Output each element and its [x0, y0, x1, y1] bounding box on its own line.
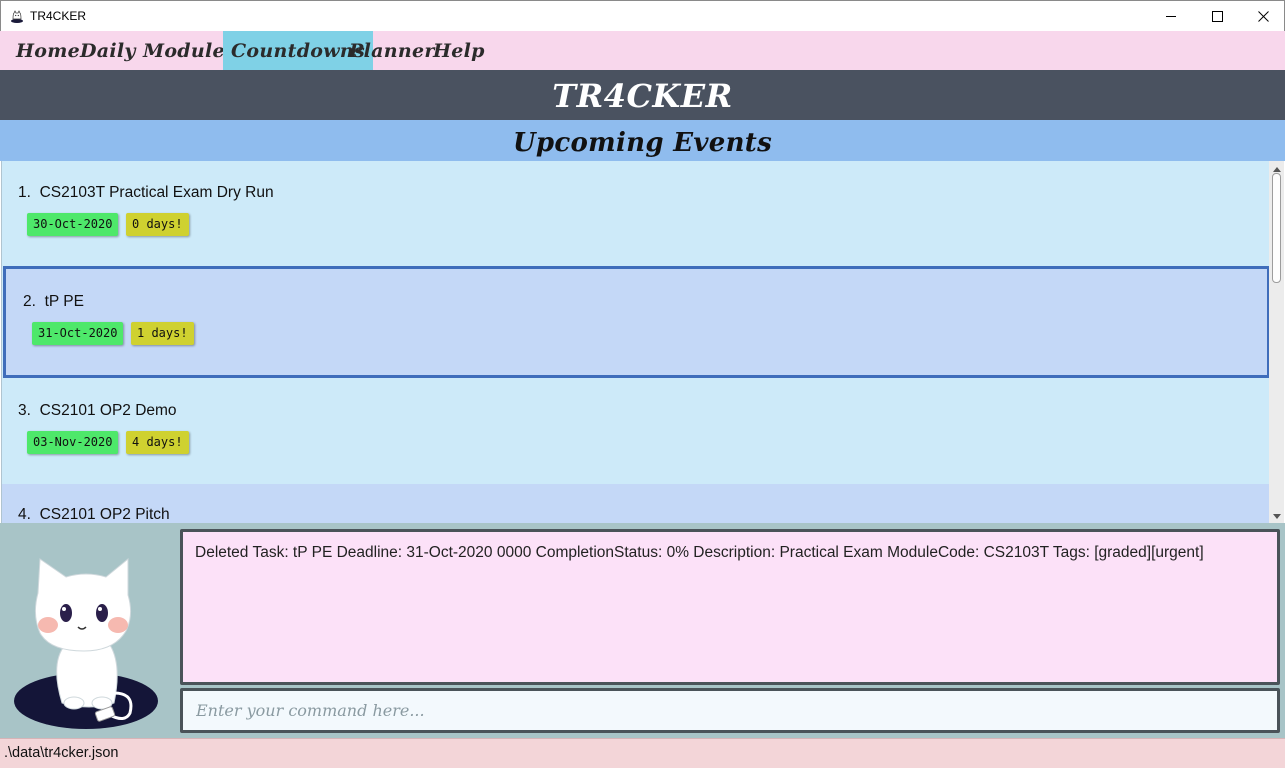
- maximize-icon: [1211, 10, 1223, 22]
- app-header-title: TR4CKER: [0, 70, 1285, 120]
- result-display: Deleted Task: tP PE Deadline: 31-Oct-202…: [180, 529, 1280, 685]
- event-title: 1. CS2103T Practical Exam Dry Run: [18, 184, 274, 201]
- menu-help[interactable]: Help: [425, 31, 493, 70]
- event-title: 2. tP PE: [23, 293, 84, 310]
- countdown-tag: 0 days!: [126, 213, 189, 236]
- window-titlebar: TR4CKER: [0, 0, 1285, 31]
- event-title: 4. CS2101 OP2 Pitch: [18, 506, 170, 523]
- event-card[interactable]: 3. CS2101 OP2 Demo 03-Nov-2020 4 days!: [2, 379, 1270, 488]
- scroll-thumb[interactable]: [1272, 173, 1281, 283]
- countdown-tag: 4 days!: [126, 431, 189, 454]
- countdown-tag: 1 days!: [131, 322, 194, 345]
- events-list[interactable]: 1. CS2103T Practical Exam Dry Run 30-Oct…: [1, 161, 1284, 523]
- scroll-down-arrow-icon[interactable]: [1269, 510, 1284, 522]
- close-icon: [1257, 10, 1269, 22]
- cat-mascot-icon: [14, 557, 158, 729]
- data-file-path: .\data\tr4cker.json: [4, 745, 119, 761]
- date-tag: 31-Oct-2020: [32, 322, 124, 345]
- app-cat-icon: [11, 10, 23, 23]
- date-tag: 03-Nov-2020: [27, 431, 119, 454]
- maximize-button[interactable]: [1194, 1, 1240, 31]
- window-title: TR4CKER: [30, 9, 87, 23]
- section-title: Upcoming Events: [0, 120, 1285, 161]
- event-title: 3. CS2101 OP2 Demo: [18, 402, 177, 419]
- menu-daily[interactable]: Daily: [72, 31, 144, 70]
- event-card-selected[interactable]: 2. tP PE 31-Oct-2020 1 days!: [3, 266, 1270, 378]
- event-card[interactable]: 4. CS2101 OP2 Pitch: [2, 484, 1270, 523]
- close-button[interactable]: [1240, 1, 1285, 31]
- list-scrollbar[interactable]: [1269, 161, 1284, 523]
- command-box[interactable]: [180, 688, 1280, 733]
- bottom-panel: Deleted Task: tP PE Deadline: 31-Oct-202…: [0, 523, 1285, 738]
- status-bar: .\data\tr4cker.json: [0, 738, 1285, 768]
- menu-bar: Home Daily Modules Countdowns Planner He…: [0, 31, 1285, 70]
- minimize-button[interactable]: [1148, 1, 1194, 31]
- command-input[interactable]: [183, 691, 1277, 730]
- date-tag: 30-Oct-2020: [27, 213, 119, 236]
- minimize-icon: [1165, 15, 1176, 17]
- event-card[interactable]: 1. CS2103T Practical Exam Dry Run 30-Oct…: [2, 161, 1270, 270]
